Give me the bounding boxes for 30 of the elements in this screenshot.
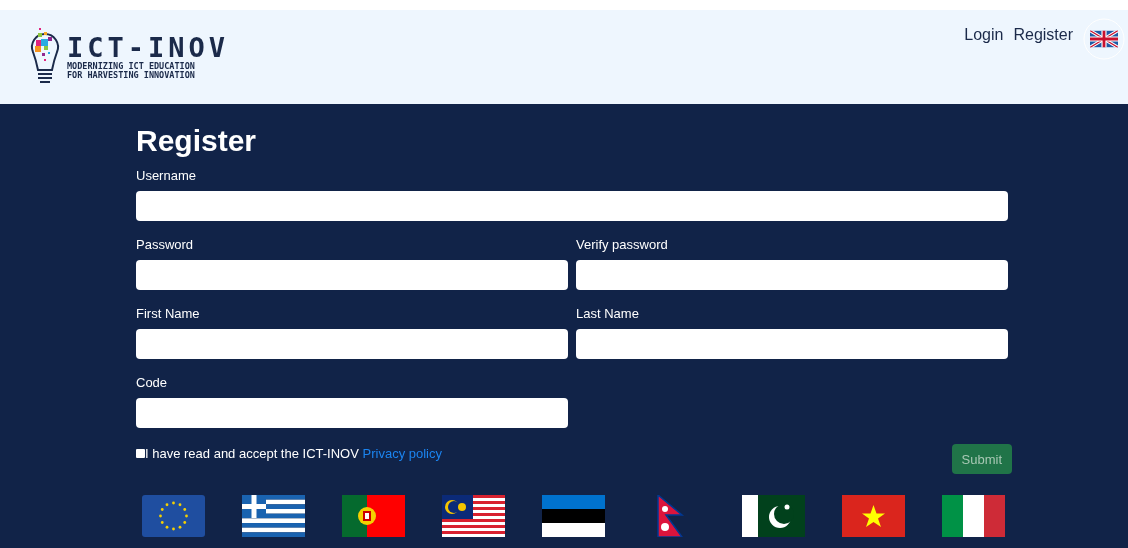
british-flag-icon[interactable]	[1083, 18, 1125, 60]
input-field[interactable]	[576, 260, 1008, 290]
field-label: Username	[136, 168, 197, 183]
pakistani-flag-icon[interactable]	[742, 495, 805, 537]
greek-flag-icon[interactable]	[242, 495, 305, 537]
logo-tagline: FOR HARVESTING INNOVATION	[67, 71, 196, 80]
input-field[interactable]	[136, 260, 568, 290]
nav-link[interactable]: Register	[1013, 18, 1073, 44]
field-label: Password	[136, 237, 195, 252]
estonian-flag-icon[interactable]	[542, 495, 605, 537]
eu-flag-icon[interactable]	[142, 495, 205, 537]
logo-title: ICT-INOV	[67, 34, 230, 62]
field-label: Code	[136, 375, 169, 390]
checkbox[interactable]	[136, 448, 145, 458]
italian-flag-icon[interactable]	[942, 495, 1005, 537]
input-field[interactable]	[576, 329, 1008, 359]
field-label: Verify password	[576, 237, 669, 252]
malaysian-flag-icon[interactable]	[442, 495, 505, 537]
consent-text: I have read and accept the ICT-INOV Privacy policy	[145, 445, 442, 461]
privacy-policy-link[interactable]: Privacy policy	[362, 445, 442, 461]
field-label: First Name	[136, 306, 201, 321]
nav-link[interactable]: Login	[964, 18, 1004, 44]
logo-tagline: MODERNIZING ICT EDUCATION	[67, 62, 196, 71]
vietnamese-flag-icon[interactable]	[842, 495, 905, 537]
portuguese-flag-icon[interactable]	[342, 495, 405, 537]
input-field[interactable]	[136, 398, 568, 428]
page-title: Register	[136, 124, 258, 158]
input-field[interactable]	[136, 329, 568, 359]
field-label: Last Name	[576, 306, 640, 321]
input-field[interactable]	[136, 191, 1008, 221]
